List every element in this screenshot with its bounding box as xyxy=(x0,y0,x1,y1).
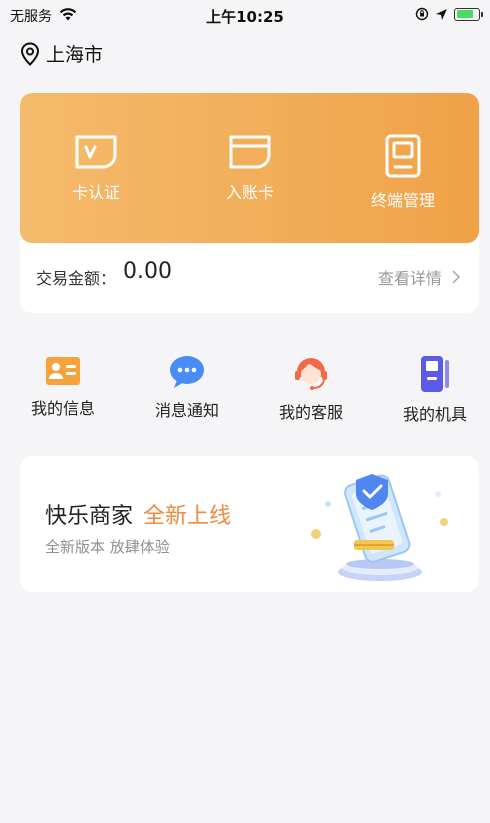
city-label: 上海市 xyxy=(46,44,104,66)
deposit-card-button[interactable]: 入账卡 xyxy=(190,133,310,203)
location-selector[interactable]: 上海市 xyxy=(20,40,103,67)
banner-title: 快乐商家 全新上线 xyxy=(45,498,231,530)
transaction-amount-row: 交易金额： 0.00 查看详情 xyxy=(20,243,479,313)
customer-service-button[interactable]: 我的客服 xyxy=(261,355,361,423)
location-arrow-icon xyxy=(436,8,447,20)
card-actions-panel: 卡认证 入账卡 终端管理 xyxy=(20,93,479,243)
notifications-label: 消息通知 xyxy=(154,401,219,420)
deposit-card-label: 入账卡 xyxy=(225,183,274,202)
status-icons xyxy=(415,7,483,21)
account-card: 卡认证 入账卡 终端管理 交易金额： 0.00 查看详情 xyxy=(20,93,479,313)
promo-banner[interactable]: 快乐商家 全新上线 全新版本 放肆体验 xyxy=(20,456,479,592)
terminal-management-button[interactable]: 终端管理 xyxy=(343,133,463,211)
pos-device-icon xyxy=(421,356,449,392)
customer-service-label: 我的客服 xyxy=(278,403,343,422)
battery-icon xyxy=(454,7,483,21)
card-icon xyxy=(229,135,271,169)
my-devices-label: 我的机具 xyxy=(402,405,467,424)
banner-title-highlight: 全新上线 xyxy=(143,504,232,529)
amount-value: 0.00 xyxy=(123,259,172,284)
status-bar: 无服务 上午10:25 xyxy=(0,0,490,30)
chevron-right-icon xyxy=(452,270,461,284)
view-details-link[interactable]: 查看详情 xyxy=(378,265,461,289)
secure-payment-illustration-icon xyxy=(311,474,448,581)
terminal-icon xyxy=(385,134,421,178)
my-devices-button[interactable]: 我的机具 xyxy=(385,355,485,425)
location-pin-icon xyxy=(20,41,40,66)
banner-subtitle: 全新版本 放肆体验 xyxy=(45,538,170,556)
id-card-icon xyxy=(46,357,80,385)
card-verify-button[interactable]: 卡认证 xyxy=(36,133,156,203)
notifications-button[interactable]: 消息通知 xyxy=(137,355,237,421)
my-info-label: 我的信息 xyxy=(30,399,95,418)
customer-service-icon xyxy=(295,358,327,390)
banner-title-main: 快乐商家 xyxy=(45,504,134,529)
view-details-label: 查看详情 xyxy=(377,269,442,288)
amount-label: 交易金额： xyxy=(36,269,117,288)
chat-bubble-icon xyxy=(170,356,204,388)
battery-level xyxy=(456,10,474,18)
card-verify-icon xyxy=(75,135,117,169)
terminal-management-label: 终端管理 xyxy=(370,191,435,210)
orientation-lock-icon xyxy=(415,7,429,21)
my-info-button[interactable]: 我的信息 xyxy=(13,355,113,419)
card-verify-label: 卡认证 xyxy=(71,183,120,202)
